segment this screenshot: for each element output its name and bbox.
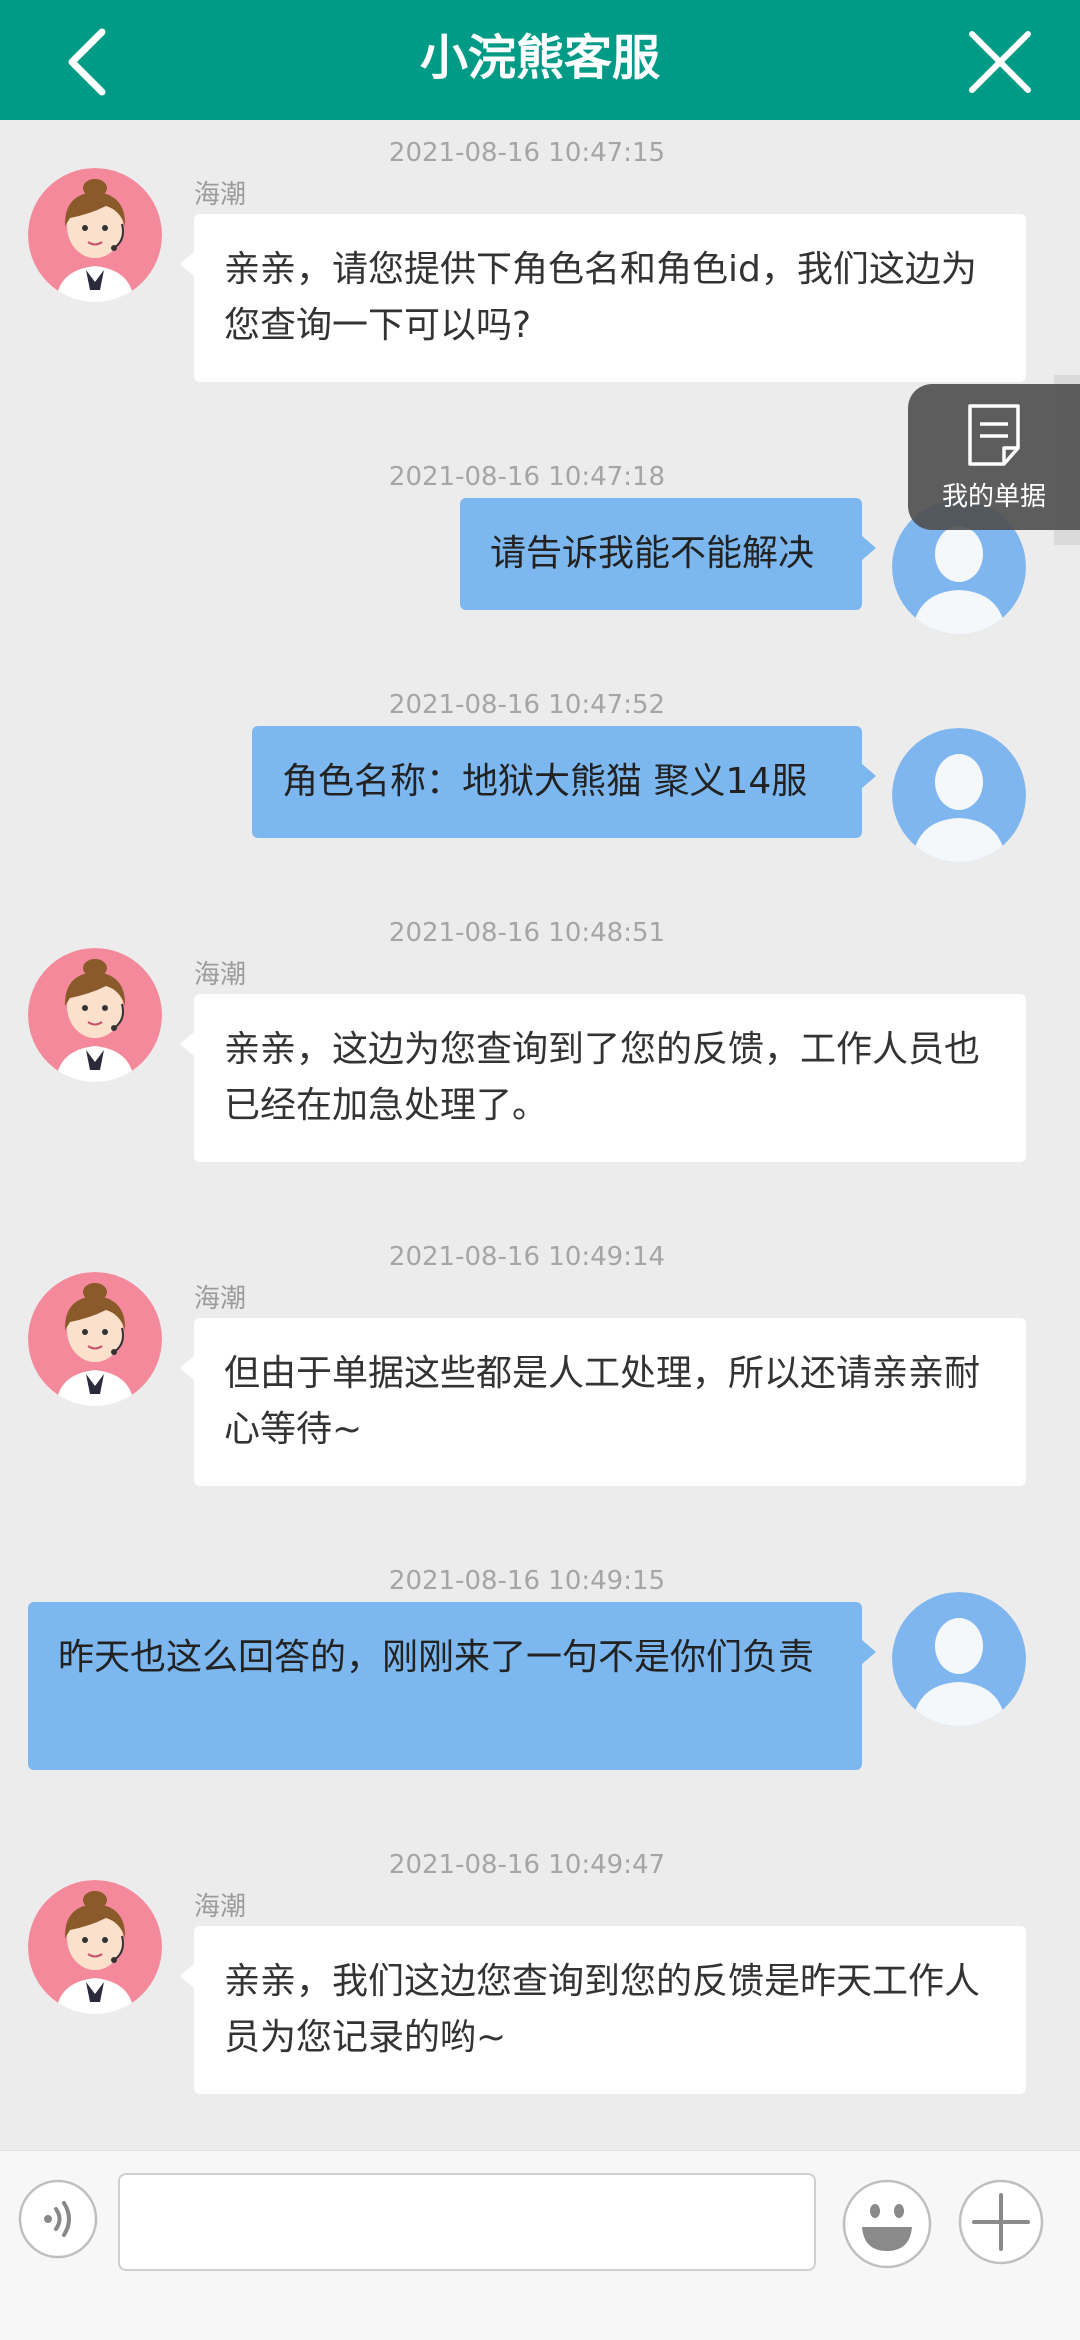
agent-message-bubble: 亲亲，请您提供下角色名和角色id，我们这边为您查询一下可以吗? <box>180 214 1026 382</box>
message-timestamp: 2021-08-16 10:47:18 <box>388 462 666 492</box>
page-title: 小浣熊客服 <box>419 30 660 86</box>
user-message-bubble: 角色名称：地狱大熊猫 聚义14服 <box>252 726 876 838</box>
agent-message-bubble: 但由于单据这些都是人工处理，所以还请亲亲耐心等待~ <box>180 1318 1026 1486</box>
agent-name: 海潮 <box>194 1284 247 1314</box>
close-icon[interactable] <box>964 26 1036 98</box>
agent-avatar <box>28 1272 162 1406</box>
agent-name: 海潮 <box>194 1892 247 1922</box>
agent-name: 海潮 <box>194 180 247 210</box>
user-message-bubble: 昨天也这么回答的，刚刚来了一句不是你们负责 <box>28 1602 876 1770</box>
message-timestamp: 2021-08-16 10:48:51 <box>388 918 666 948</box>
header-bar: 小浣熊客服 <box>0 0 1080 120</box>
message-timestamp: 2021-08-16 10:49:47 <box>388 1850 666 1880</box>
plus-icon[interactable] <box>958 2179 1044 2265</box>
agent-name: 海潮 <box>194 960 247 990</box>
emoji-icon[interactable] <box>842 2179 932 2269</box>
message-timestamp: 2021-08-16 10:47:52 <box>388 690 666 720</box>
voice-icon[interactable] <box>18 2179 98 2259</box>
user-avatar <box>892 728 1026 862</box>
message-timestamp: 2021-08-16 10:49:14 <box>388 1242 666 1272</box>
agent-avatar <box>28 948 162 1082</box>
user-message-bubble: 请告诉我能不能解决 <box>460 498 876 610</box>
user-avatar <box>892 1592 1026 1726</box>
composer-bar <box>0 2150 1080 2340</box>
my-tickets-button[interactable]: 我的单据 <box>908 384 1080 530</box>
agent-avatar <box>28 168 162 302</box>
message-input[interactable] <box>118 2173 816 2271</box>
message-timestamp: 2021-08-16 10:49:15 <box>388 1566 666 1596</box>
agent-message-bubble: 亲亲，我们这边您查询到您的反馈是昨天工作人员为您记录的哟~ <box>180 1926 1026 2094</box>
document-icon <box>968 404 1020 466</box>
agent-avatar <box>28 1880 162 2014</box>
my-tickets-label: 我的单据 <box>941 482 1046 512</box>
message-timestamp: 2021-08-16 10:47:15 <box>388 138 666 168</box>
agent-message-bubble: 亲亲，这边为您查询到了您的反馈，工作人员也已经在加急处理了。 <box>180 994 1026 1162</box>
